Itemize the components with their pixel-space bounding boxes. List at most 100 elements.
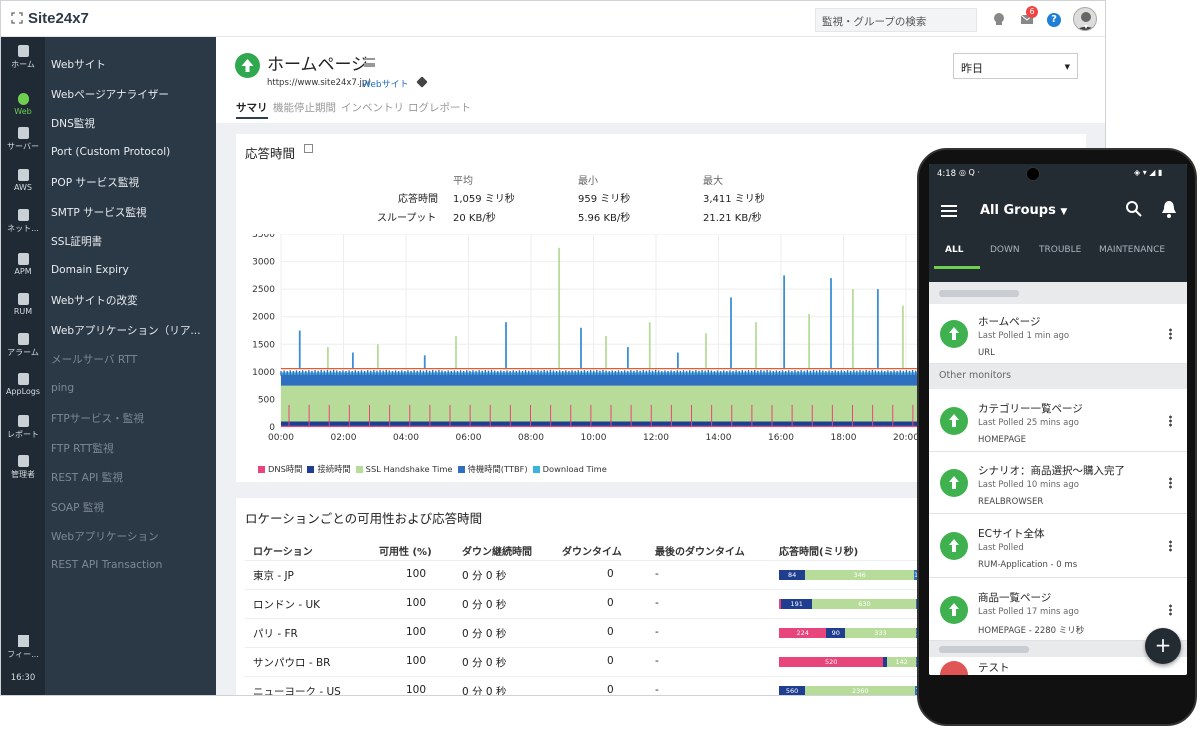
sidebar-item[interactable]: SMTP サービス監視 <box>51 205 147 220</box>
user-avatar[interactable] <box>1073 7 1097 31</box>
search-input[interactable]: 監視・グループの検索 <box>815 8 977 32</box>
sidebar-item[interactable]: Webサイトの改変 <box>51 293 138 308</box>
sidebar-item[interactable]: POP サービス監視 <box>51 175 139 190</box>
response-time-bar[interactable]: 19163016 <box>779 599 919 609</box>
column-header[interactable]: ダウンタイム <box>562 543 622 558</box>
phone-time: 4:18 <box>937 169 957 179</box>
sidebar-item[interactable]: Webアプリケーション（リア... <box>51 323 201 338</box>
monitor-list-item[interactable]: 商品一覧ページ Last Polled 17 mins ago HOMEPAGE -… <box>929 578 1187 641</box>
binoculars-icon <box>17 253 29 265</box>
legend-item[interactable]: 接続時間 <box>307 464 351 474</box>
monitor-url[interactable]: https://www.site24x7.jp/ <box>267 78 370 88</box>
tab-trouble[interactable]: TROUBLE <box>1039 245 1081 255</box>
rail-item-feedback[interactable]: フィー... <box>1 635 45 660</box>
rail-item-server[interactable]: サーバー <box>1 127 45 152</box>
legend-item[interactable]: DNS時間 <box>258 464 302 474</box>
sidebar-item[interactable]: Webページアナライザー <box>51 87 169 102</box>
sidebar-item[interactable]: SSL証明書 <box>51 234 102 249</box>
rail-item-logs[interactable]: AppLogs <box>1 373 45 396</box>
tab-down[interactable]: DOWN <box>990 245 1020 255</box>
monitor-type: URL <box>978 348 995 358</box>
group-title[interactable]: All Groups ▼ <box>980 203 1067 218</box>
monitor-list-item[interactable]: カテゴリー一覧ページ Last Polled 25 mins ago HOMEPAG… <box>929 389 1187 452</box>
sidebar-item[interactable]: REST API Transaction <box>51 559 162 571</box>
bell-icon[interactable] <box>1161 200 1177 218</box>
brand-name: Site24x7 <box>28 10 89 27</box>
add-monitor-button[interactable]: + <box>1145 628 1181 664</box>
sidebar-item[interactable]: メールサーバ RTT <box>51 352 137 367</box>
response-time-bar[interactable]: 52014216 <box>779 657 919 667</box>
column-header[interactable]: ダウン継続時間 <box>462 543 532 558</box>
location-name[interactable]: 東京 - JP <box>253 568 294 583</box>
column-header[interactable]: 応答時間(ミリ秒) <box>779 543 858 558</box>
rail-item-alarm[interactable]: アラーム <box>1 333 45 358</box>
tag-icon[interactable] <box>416 76 428 88</box>
more-options-icon[interactable] <box>1169 414 1172 427</box>
legend-item[interactable]: Download Time <box>532 464 607 474</box>
response-time-bar[interactable]: 8434616 <box>779 570 919 580</box>
help-icon[interactable]: ? <box>1047 13 1061 27</box>
location-name[interactable]: ニューヨーク - US <box>253 684 341 695</box>
column-header[interactable]: ロケーション <box>253 543 313 558</box>
table-cell: 0 分 0 秒 <box>462 657 507 669</box>
more-options-icon[interactable] <box>1169 540 1172 552</box>
search-icon[interactable] <box>1125 200 1143 218</box>
more-options-icon[interactable] <box>1169 603 1172 616</box>
monitor-list-item[interactable]: ホームページ Last Polled 1 min ago URL <box>929 304 1187 364</box>
x-tick-label: 08:00 <box>518 433 544 443</box>
sidebar-item[interactable]: Webサイト <box>51 57 106 72</box>
sidebar-item[interactable]: SOAP 監視 <box>51 500 104 515</box>
brand-logo[interactable]: Site24x7 <box>11 10 89 27</box>
monitor-list-item[interactable]: テスト <box>929 657 1187 675</box>
monitor-list-item[interactable]: ECサイト全体 Last Polled RUM-Application - 0 ms <box>929 514 1187 578</box>
legend-item[interactable]: SSL Handshake Time <box>355 464 453 474</box>
rail-item-label: RUM <box>13 307 33 316</box>
rail-item-binoculars[interactable]: APM <box>1 253 45 276</box>
sidebar-item[interactable]: FTPサービス・監視 <box>51 411 144 426</box>
status-up-icon <box>940 320 968 348</box>
rail-item-globe[interactable]: Web <box>1 93 45 116</box>
tab-inventory[interactable]: インベントリ <box>341 100 404 115</box>
sidebar-item[interactable]: DNS監視 <box>51 116 95 131</box>
arrow-up-icon <box>949 476 959 489</box>
tab-all[interactable]: ALL <box>945 245 963 255</box>
support-icon[interactable] <box>991 11 1007 27</box>
monitor-type-link[interactable]: Webサイト <box>362 77 409 90</box>
sidebar-item[interactable]: ping <box>51 382 74 394</box>
response-time-bar[interactable]: 560236078 <box>779 686 919 695</box>
external-link-icon[interactable] <box>304 144 313 153</box>
legend-item[interactable]: 待機時間(TTBF) <box>457 464 528 474</box>
rail-item-home[interactable]: ホーム <box>1 45 45 70</box>
location-name[interactable]: ロンドン - UK <box>253 597 320 612</box>
column-header[interactable]: 可用性 (%) <box>379 543 432 558</box>
sidebar-item[interactable]: Port (Custom Protocol) <box>51 146 170 158</box>
stat-avg-response: 1,059 ミリ秒 <box>453 194 515 205</box>
period-select[interactable]: 昨日 ▼ <box>953 53 1078 79</box>
rail-item-rum[interactable]: RUM <box>1 293 45 316</box>
more-options-icon[interactable] <box>1169 477 1172 489</box>
location-name[interactable]: サンパウロ - BR <box>253 655 330 670</box>
rail-item-admin[interactable]: 管理者 <box>1 455 45 480</box>
sidebar-item[interactable]: Domain Expiry <box>51 264 129 276</box>
rail-item-cloud[interactable]: AWS <box>1 169 45 192</box>
menu-icon[interactable] <box>364 58 375 67</box>
more-options-icon[interactable] <box>1169 328 1172 340</box>
sidebar-item[interactable]: FTP RTT監視 <box>51 441 114 456</box>
tab-log-report[interactable]: ログレポート <box>408 100 471 115</box>
monitor-name: テスト <box>978 662 1010 674</box>
sidebar-item[interactable]: Webアプリケーション <box>51 529 159 544</box>
menu-icon[interactable] <box>941 205 957 217</box>
monitor-list-item[interactable]: シナリオ：商品選択〜購入完了 Last Polled 10 mins ago REA… <box>929 452 1187 514</box>
location-name[interactable]: パリ - FR <box>253 626 298 641</box>
response-time-bar[interactable]: 2249033316 <box>779 628 919 638</box>
rail-item-report[interactable]: レポート <box>1 415 45 440</box>
tab-outages[interactable]: 機能停止期間 <box>273 100 336 115</box>
tab-maintenance[interactable]: MAINTENANCE <box>1099 245 1165 255</box>
column-header[interactable]: 最後のダウンタイム <box>655 543 745 558</box>
sidebar-item[interactable]: REST API 監視 <box>51 470 123 485</box>
tab-summary[interactable]: サマリ <box>236 100 268 115</box>
arrow-up-icon <box>949 602 959 616</box>
rail-item-network[interactable]: ネット... <box>1 209 45 234</box>
expand-icon[interactable] <box>11 12 23 24</box>
status-up-icon <box>940 595 968 624</box>
